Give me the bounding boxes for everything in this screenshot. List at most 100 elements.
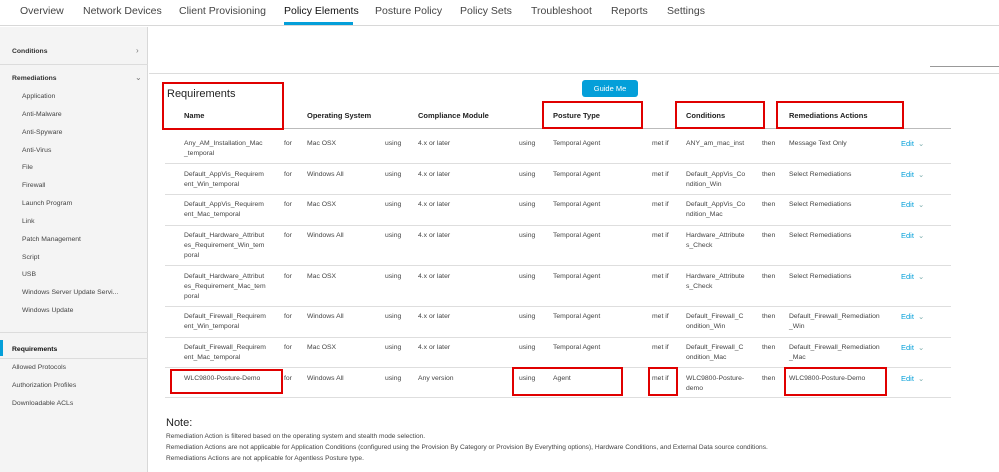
cell-posture-type: Temporal Agent [553,232,601,239]
cell-condition: Hardware_Attribute [686,232,745,239]
column-header-compliance-module: Compliance Module [418,111,489,120]
cell-condition: demo [686,385,704,392]
sidebar-item-application[interactable]: Application [22,93,55,100]
sidebar-remediations[interactable]: Remediations [12,75,57,82]
edit-button[interactable]: Edit ⌄ [901,374,924,383]
cell-name: ent_Win_temporal [184,323,240,330]
edit-button[interactable]: Edit ⌄ [901,343,924,352]
tab-policy-elements[interactable]: Policy Elements [284,5,359,17]
tab-posture-policy[interactable]: Posture Policy [375,5,442,17]
cell-name: poral [184,293,200,300]
tab-settings[interactable]: Settings [667,5,705,17]
note-line: Remediation Action is filtered based on … [166,433,426,440]
row-divider [165,163,951,164]
sidebar-item-authorization-profiles[interactable]: Authorization Profiles [12,382,76,389]
highlight-box-posture-type [542,101,643,129]
tab-network-devices[interactable]: Network Devices [83,5,162,17]
cell-name: es_Requirement_Mac_tem [184,283,266,290]
cell-met-if: met if [652,313,669,320]
cell-for: for [284,171,292,178]
cell-met-if: met if [652,232,669,239]
edit-label: Edit [901,170,914,179]
sidebar-conditions[interactable]: Conditions [12,48,48,55]
sidebar-item-allowed-protocols[interactable]: Allowed Protocols [12,364,66,371]
cell-condition: Default_AppVis_Co [686,171,746,178]
edit-label: Edit [901,312,914,321]
cell-using: using [385,273,402,280]
tab-policy-sets[interactable]: Policy Sets [460,5,512,17]
cell-condition: WLC9800-Posture- [686,375,745,382]
chevron-down-icon: ⌄ [917,312,925,321]
cell-name: ent_Win_temporal [184,181,240,188]
sidebar-item-requirements[interactable]: Requirements [12,346,57,353]
edit-label: Edit [901,139,914,148]
cell-met-if: met if [652,171,669,178]
cell-using: using [385,232,402,239]
highlight-box-row-metif [648,367,678,396]
edit-label: Edit [901,200,914,209]
tab-troubleshoot[interactable]: Troubleshoot [531,5,592,17]
highlight-box-conditions [675,101,765,129]
sidebar-item-patch-management[interactable]: Patch Management [22,236,81,243]
cell-then: then [762,140,776,147]
cell-compliance-module: 4.x or later [418,232,451,239]
cell-using: using [519,232,536,239]
sidebar-item-usb[interactable]: USB [22,271,36,278]
cell-using: using [385,375,402,382]
cell-condition: Default_Firewall_C [686,313,744,320]
cell-using: using [519,313,536,320]
edit-button[interactable]: Edit ⌄ [901,272,924,281]
sidebar-item-anti-malware[interactable]: Anti-Malware [22,111,62,118]
cell-condition: Hardware_Attribute [686,273,745,280]
sidebar-item-anti-spyware[interactable]: Anti-Spyware [22,129,62,136]
sidebar-item-windows-server-update[interactable]: Windows Server Update Servi... [22,289,118,296]
cell-using: using [519,201,536,208]
chevron-right-icon[interactable]: › [136,46,139,55]
chevron-down-icon[interactable]: ⌄ [135,73,142,82]
sidebar-item-link[interactable]: Link [22,218,34,225]
cell-os: Mac OSX [307,273,337,280]
sidebar-item-file[interactable]: File [22,164,33,171]
cell-posture-type: Temporal Agent [553,344,601,351]
cell-remediation: Default_Firewall_Remediation [789,344,880,351]
cell-using: using [519,171,536,178]
cell-condition: ndition_Win [686,181,722,188]
edit-button[interactable]: Edit ⌄ [901,139,924,148]
edit-button[interactable]: Edit ⌄ [901,231,924,240]
edit-button[interactable]: Edit ⌄ [901,200,924,209]
cell-name: es_Requirement_Win_tem [184,242,265,249]
row-divider [165,337,951,338]
cell-condition: ANY_am_mac_inst [686,140,745,147]
cell-name: _temporal [184,150,215,157]
sidebar-item-anti-virus[interactable]: Anti-Virus [22,147,51,154]
edit-button[interactable]: Edit ⌄ [901,312,924,321]
tab-client-provisioning[interactable]: Client Provisioning [179,5,266,17]
guide-me-button[interactable]: Guide Me [582,80,638,97]
cell-posture-type: Temporal Agent [553,171,601,178]
tab-overview[interactable]: Overview [20,5,64,17]
cell-os: Windows All [307,232,344,239]
sidebar-item-launch-program[interactable]: Launch Program [22,200,72,207]
edit-label: Edit [901,343,914,352]
row-divider [165,306,951,307]
cell-for: for [284,313,292,320]
cell-condition: ondition_Mac [686,354,727,361]
highlight-box-requirements [162,82,284,130]
search-field-underline[interactable] [930,66,999,67]
tab-reports[interactable]: Reports [611,5,648,17]
cell-compliance-module: 4.x or later [418,171,451,178]
sidebar-item-downloadable-acls[interactable]: Downloadable ACLs [12,400,73,407]
cell-remediation: Select Remediations [789,201,852,208]
edit-button[interactable]: Edit ⌄ [901,170,924,179]
sidebar-item-firewall[interactable]: Firewall [22,182,45,189]
highlight-box-remediation-actions [776,101,904,129]
sidebar-item-script[interactable]: Script [22,254,39,261]
cell-remediation: Select Remediations [789,273,852,280]
cell-for: for [284,232,292,239]
cell-remediation: Select Remediations [789,171,852,178]
sidebar-item-windows-update[interactable]: Windows Update [22,307,73,314]
cell-for: for [284,201,292,208]
cell-compliance-module: 4.x or later [418,344,451,351]
cell-using: using [385,201,402,208]
cell-for: for [284,273,292,280]
